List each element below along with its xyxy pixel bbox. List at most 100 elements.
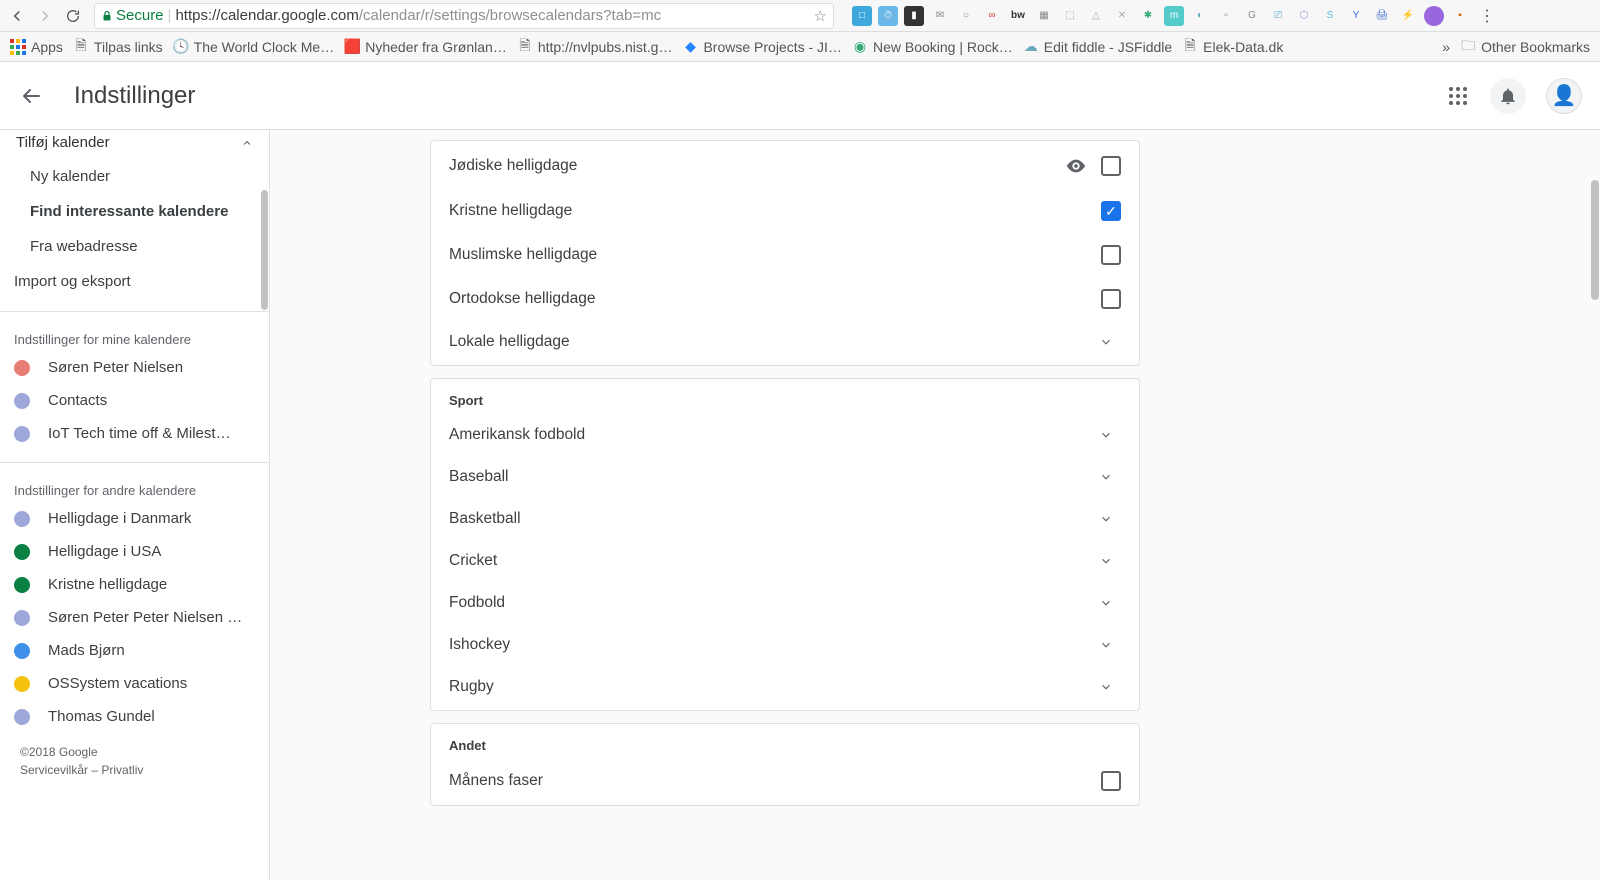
calendar-item[interactable]: Helligdage i Danmark [0, 502, 269, 535]
sidebar-item-browse-calendars[interactable]: Find interessante kalendere [0, 194, 269, 229]
ext-icon[interactable]: ◐ [1190, 6, 1210, 26]
user-avatar[interactable]: 👤 [1546, 78, 1582, 114]
sidebar-item-new-calendar[interactable]: Ny kalender [0, 159, 269, 194]
ext-icon[interactable]: ▦ [1034, 6, 1054, 26]
calendar-item[interactable]: Mads Bjørn [0, 634, 269, 667]
subscribe-checkbox[interactable]: ✓ [1101, 201, 1121, 221]
ext-icon[interactable]: bw [1008, 6, 1028, 26]
calendar-item[interactable]: IoT Tech time off & Milest… [0, 417, 269, 450]
chevron-down-icon [1099, 470, 1121, 484]
ext-icon[interactable]: ✕ [1112, 6, 1132, 26]
subscribe-checkbox[interactable] [1101, 771, 1121, 791]
chevron-down-icon [1099, 512, 1121, 526]
calendar-item[interactable]: Helligdage i USA [0, 535, 269, 568]
ext-icon[interactable]: ▪ [1450, 6, 1470, 26]
chevron-down-icon [1099, 596, 1121, 610]
chrome-menu-button[interactable]: ⋮ [1476, 5, 1498, 27]
sidebar-add-calendar-header[interactable]: Tilføj kalender [0, 130, 269, 159]
bookmark-item[interactable]: 🟥Nyheder fra Grønlan… [344, 39, 507, 55]
sport-row[interactable]: Baseball [431, 456, 1139, 498]
nav-forward-button[interactable] [34, 5, 56, 27]
news-icon: 🟥 [344, 39, 360, 55]
browser-toolbar: Secure | https://calendar.google.com/cal… [0, 0, 1600, 32]
bookmark-item[interactable]: 🕓The World Clock Me… [173, 39, 335, 55]
bookmark-item[interactable]: 🗎http://nvlpubs.nist.g… [517, 39, 673, 55]
ext-icon[interactable]: 🖨 [1372, 6, 1392, 26]
ext-icon[interactable]: ▮ [904, 6, 924, 26]
bookmark-item[interactable]: ☁Edit fiddle - JSFiddle [1023, 39, 1172, 55]
bookmark-star-icon[interactable]: ☆ [814, 7, 827, 25]
ext-icon[interactable]: ✱ [1138, 6, 1158, 26]
sport-row[interactable]: Amerikansk fodbold [431, 414, 1139, 456]
ext-icon[interactable]: m [1164, 6, 1184, 26]
sidebar-item-import-export[interactable]: Import og eksport [0, 264, 269, 299]
calendar-label: Mads Bjørn [48, 642, 125, 659]
subscribe-checkbox[interactable] [1101, 289, 1121, 309]
bookmarks-overflow[interactable]: » [1442, 39, 1450, 55]
sport-label: Cricket [449, 552, 497, 570]
holiday-row: Muslimske helligdage [431, 233, 1139, 277]
url-text: https://calendar.google.com/calendar/r/s… [175, 7, 661, 24]
calendar-item[interactable]: Contacts [0, 384, 269, 417]
back-button[interactable] [18, 83, 44, 109]
holiday-label: Ortodokse helligdage [449, 290, 596, 308]
ext-icon[interactable] [1424, 6, 1444, 26]
sport-row[interactable]: Basketball [431, 498, 1139, 540]
ext-icon[interactable]: ✉ [930, 6, 950, 26]
bookmark-item[interactable]: ◉New Booking | Rock… [852, 39, 1013, 55]
sidebar-item-from-url[interactable]: Fra webadresse [0, 229, 269, 264]
ext-icon[interactable]: ▫ [1216, 6, 1236, 26]
calendar-color-dot [14, 709, 30, 725]
sport-row[interactable]: Cricket [431, 540, 1139, 582]
other-bookmarks[interactable]: 🗀Other Bookmarks [1460, 39, 1590, 55]
ext-icon[interactable]: □ [852, 6, 872, 26]
calendar-label: Kristne helligdage [48, 576, 167, 593]
ext-icon[interactable]: ○ [956, 6, 976, 26]
calendar-item[interactable]: Søren Peter Peter Nielsen … [0, 601, 269, 634]
bookmark-item[interactable]: 🗎Tilpas links [73, 39, 163, 55]
ext-icon[interactable]: ⏱ [878, 6, 898, 26]
notifications-button[interactable] [1490, 78, 1526, 114]
calendar-item[interactable]: Kristne helligdage [0, 568, 269, 601]
sport-row[interactable]: Ishockey [431, 624, 1139, 666]
subscribe-checkbox[interactable] [1101, 156, 1121, 176]
sport-label: Rugby [449, 678, 494, 696]
nav-reload-button[interactable] [62, 5, 84, 27]
ext-icon[interactable]: Y [1346, 6, 1366, 26]
ext-icon[interactable]: △ [1086, 6, 1106, 26]
other-row: Månens faser [431, 759, 1139, 803]
chevron-down-icon [1099, 428, 1121, 442]
preview-icon[interactable] [1065, 155, 1087, 177]
ext-icon[interactable]: ∞ [982, 6, 1002, 26]
sidebar-footer: ©2018 Google Servicevilkår – Privatliv [0, 733, 269, 789]
sport-row[interactable]: Rugby [431, 666, 1139, 708]
page-icon: 🗎 [73, 39, 89, 55]
sport-label: Baseball [449, 468, 508, 486]
secure-indicator: Secure [101, 7, 164, 24]
subscribe-checkbox[interactable] [1101, 245, 1121, 265]
ext-icon[interactable]: G [1242, 6, 1262, 26]
local-holidays-expand[interactable]: Lokale helligdage [431, 321, 1139, 363]
ext-icon[interactable]: S [1320, 6, 1340, 26]
sport-label: Fodbold [449, 594, 505, 612]
google-apps-button[interactable] [1446, 84, 1470, 108]
ext-icon[interactable]: ⚡ [1398, 6, 1418, 26]
main-scrollbar-thumb[interactable] [1591, 180, 1599, 300]
sport-row[interactable]: Fodbold [431, 582, 1139, 624]
ext-icon[interactable]: ⎚ [1268, 6, 1288, 26]
bookmark-item[interactable]: ◆Browse Projects - JI… [682, 39, 841, 55]
chevron-up-icon [241, 137, 253, 149]
calendar-label: Helligdage i USA [48, 543, 161, 560]
sidebar-scrollbar-thumb[interactable] [261, 190, 268, 310]
bookmark-apps[interactable]: Apps [10, 39, 63, 55]
nav-back-button[interactable] [6, 5, 28, 27]
url-bar[interactable]: Secure | https://calendar.google.com/cal… [94, 3, 834, 29]
calendar-item[interactable]: Søren Peter Nielsen [0, 351, 269, 384]
ext-icon[interactable]: ⬡ [1294, 6, 1314, 26]
holidays-card: Jødiske helligdage Kristne helligdage ✓ … [430, 140, 1140, 366]
ext-icon[interactable]: ⬚ [1060, 6, 1080, 26]
bookmark-item[interactable]: 🗎Elek-Data.dk [1182, 39, 1283, 55]
calendar-label: Thomas Gundel [48, 708, 155, 725]
calendar-item[interactable]: OSSystem vacations [0, 667, 269, 700]
calendar-item[interactable]: Thomas Gundel [0, 700, 269, 733]
